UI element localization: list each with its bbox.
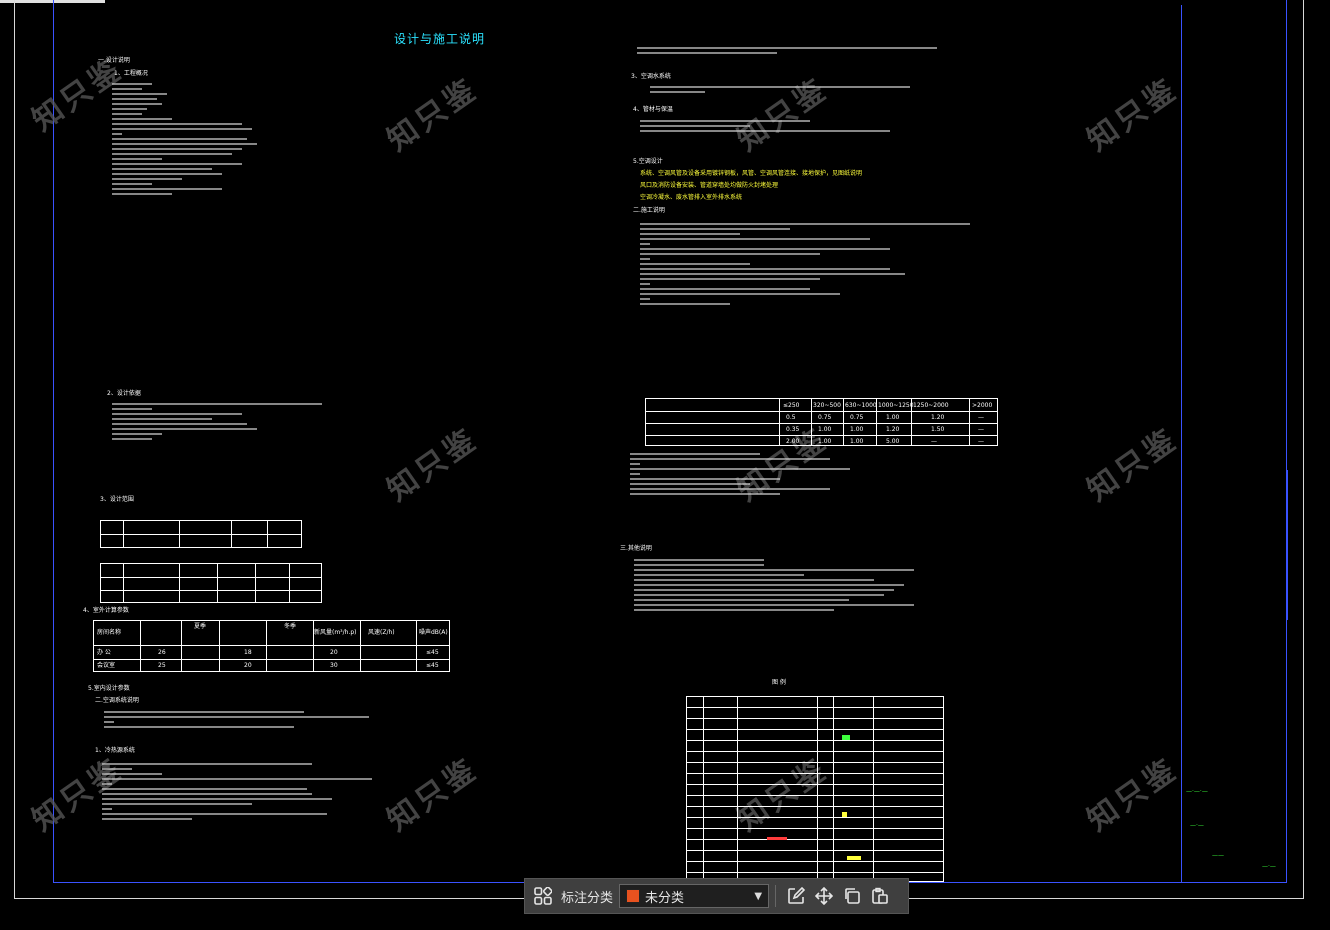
drawing-title: 设计与施工说明 (394, 32, 486, 46)
title-block-mark: —·— (1190, 822, 1204, 829)
table-header: 320~500 (813, 402, 841, 409)
table-cell: 1.00 (818, 426, 832, 433)
design-note: 空调冷凝水、废水管排入室外排水系统 (640, 194, 743, 201)
duct-thickness-table: ≤250 320~500 630~1000 1000~1250 1250~200… (645, 398, 998, 446)
table-cell: 26 (158, 649, 166, 656)
table-header: 1250~2000 (913, 402, 949, 409)
section-heading: 4、室外计算参数 (83, 607, 129, 614)
table-cell: 30 (330, 662, 338, 669)
table-header: 新风量(m³/h.p) (314, 629, 357, 636)
table-cell: 2.00 (786, 438, 800, 445)
outdoor-summer-table (100, 520, 302, 548)
table-header: 1000~1250 (878, 402, 914, 409)
right-scroll-marker (1286, 470, 1288, 620)
paste-icon[interactable] (866, 882, 894, 910)
legend-yellow-swatch (842, 812, 847, 817)
section-heading: 三.其他说明 (620, 545, 652, 552)
title-block-mark: —— (1212, 852, 1224, 859)
chevron-down-icon: ▼ (754, 890, 763, 902)
legend-title: 图 例 (772, 679, 786, 686)
table-header: 噪声dB(A) (419, 629, 448, 636)
table-cell: 25 (158, 662, 166, 669)
copy-icon[interactable] (838, 882, 866, 910)
text-block (102, 760, 382, 823)
table-cell: 1.20 (931, 414, 945, 421)
toolbar-divider (775, 885, 777, 907)
table-header: 630~1000 (845, 402, 877, 409)
text-block (630, 450, 870, 498)
table-cell: 0.5 (786, 414, 796, 421)
table-cell: 20 (244, 662, 252, 669)
legend-table (686, 696, 944, 882)
table-cell: — (978, 426, 984, 433)
grid-icon[interactable] (529, 882, 557, 910)
table-cell: 会议室 (97, 662, 116, 669)
table-cell: ≤45 (426, 649, 439, 656)
section-heading: 1、冷热源系统 (95, 747, 135, 754)
table-header: >2000 (972, 402, 993, 409)
text-block (112, 400, 332, 443)
text-block (112, 80, 262, 198)
table-header: 房间名称 (97, 629, 122, 636)
table-cell: 1.00 (850, 438, 864, 445)
section-heading: 5.空调设计 (633, 158, 663, 165)
text-block (640, 220, 980, 308)
annotation-toolbar: 标注分类 未分类 ▼ (524, 878, 909, 914)
table-cell: 20 (330, 649, 338, 656)
section-heading: 4、管材与保温 (633, 106, 673, 113)
table-cell: 0.35 (786, 426, 800, 433)
category-selected-value: 未分类 (645, 890, 685, 906)
text-block (104, 708, 384, 731)
move-icon[interactable] (810, 882, 838, 910)
table-header: ≤250 (783, 402, 800, 409)
table-cell: 1.00 (818, 438, 832, 445)
indoor-design-table: 房间名称 夏季 冬季 新风量(m³/h.p) 风速(Z/h) 噪声dB(A) 办… (93, 620, 450, 672)
section-heading: 二.施工说明 (633, 207, 665, 214)
edit-icon[interactable] (782, 882, 810, 910)
table-header: 冬季 (284, 623, 297, 630)
category-color-swatch (626, 889, 641, 903)
text-block (634, 556, 924, 614)
section-heading: 5.室内设计参数 (88, 685, 130, 692)
legend-yellow-swatch (847, 856, 861, 860)
annotation-category-label: 标注分类 (561, 890, 614, 906)
table-cell: 1.00 (850, 426, 864, 433)
table-header: 风速(Z/h) (368, 629, 395, 636)
text-block (650, 83, 920, 96)
design-note: 风口及消防设备安装、管道穿墙处均做防火封堵处理 (640, 182, 779, 189)
table-cell: — (978, 438, 984, 445)
table-cell: ≤45 (426, 662, 439, 669)
table-cell: 1.20 (886, 426, 900, 433)
table-cell: 0.75 (818, 414, 832, 421)
section-heading: 3、空调水系统 (631, 73, 671, 80)
section-heading: 3、设计范围 (100, 496, 134, 503)
section-heading: 一.设计说明 (98, 57, 130, 64)
section-heading: 二.空调系统说明 (95, 697, 139, 704)
text-block (637, 44, 947, 57)
table-cell: 5.00 (886, 438, 900, 445)
section-heading: 2、设计依据 (107, 390, 141, 397)
text-block (640, 117, 900, 135)
outdoor-winter-table (100, 563, 322, 603)
table-cell: — (978, 414, 984, 421)
table-cell: 18 (244, 649, 252, 656)
legend-green-swatch (842, 735, 850, 740)
title-block-strip: —·—·— —·— —— —·— (1181, 5, 1287, 883)
table-header: 夏季 (194, 623, 207, 630)
title-block-mark: —·— (1262, 863, 1276, 870)
table-cell: 0.75 (850, 414, 864, 421)
section-heading: 1、工程概况 (114, 70, 148, 77)
table-cell: 办 公 (97, 649, 111, 656)
annotation-category-select[interactable]: 未分类 ▼ (619, 884, 770, 908)
title-block-mark: —·—·— (1186, 788, 1208, 795)
table-cell: 1.00 (886, 414, 900, 421)
design-note: 系统、空调风管及设备采用镀锌钢板，风管、空调风管连接、接地保护，见图纸说明 (640, 170, 863, 177)
table-cell: 1.50 (931, 426, 945, 433)
legend-red-swatch (767, 837, 787, 840)
table-cell: — (931, 438, 937, 445)
